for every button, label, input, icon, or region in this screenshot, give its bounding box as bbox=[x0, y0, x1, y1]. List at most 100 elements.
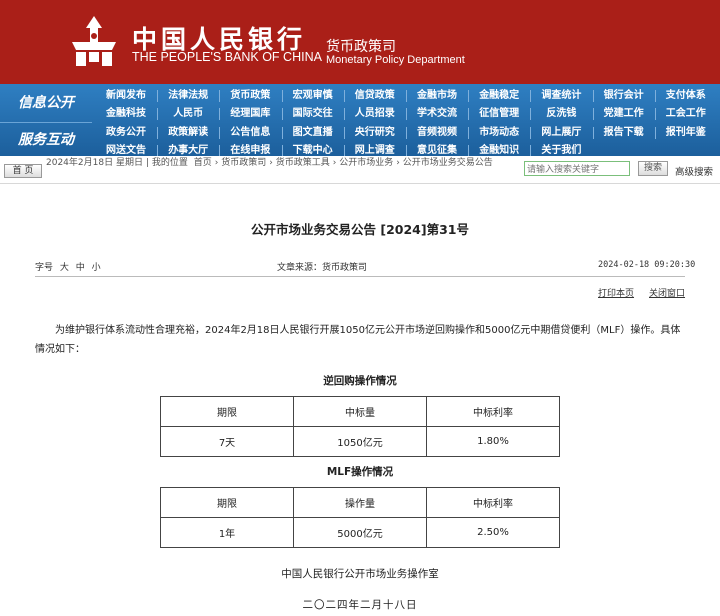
table-header-cell: 中标量 bbox=[293, 396, 427, 427]
nav-separator bbox=[219, 127, 221, 139]
advanced-search-link[interactable]: 高级搜索 bbox=[675, 164, 713, 178]
article-title: 公开市场业务交易公告 [2024]第31号 bbox=[251, 222, 469, 237]
nav-separator bbox=[157, 90, 159, 102]
nav-item[interactable]: 网上展厅 bbox=[533, 124, 589, 141]
nav-item[interactable]: 人民币 bbox=[160, 105, 216, 122]
nav-item[interactable]: 央行研究 bbox=[347, 124, 403, 141]
breadcrumb-prefix: 我的位置 bbox=[151, 158, 188, 168]
nav-separator bbox=[592, 108, 594, 120]
nav-separator bbox=[406, 108, 407, 120]
nav-item[interactable]: 信贷政策 bbox=[347, 87, 403, 104]
table-header-cell: 中标利率 bbox=[426, 396, 560, 427]
signature-date: 二〇二四年二月十八日 bbox=[302, 599, 418, 611]
nav-separator bbox=[468, 90, 470, 102]
print-link[interactable]: 打印本页 bbox=[598, 286, 634, 299]
nav-separator bbox=[219, 90, 221, 102]
table-cell: 1.80% bbox=[426, 426, 560, 457]
table-cell: 7天 bbox=[160, 426, 294, 457]
table-cell: 1年 bbox=[160, 517, 294, 548]
nav-item[interactable]: 党建工作 bbox=[596, 105, 652, 122]
article-source: 文章来源：货币政策司 bbox=[277, 263, 368, 273]
nav-item[interactable]: 政策解读 bbox=[160, 124, 216, 141]
nav-separator bbox=[654, 108, 656, 120]
nav-item[interactable]: 报告下载 bbox=[596, 124, 652, 141]
divider bbox=[35, 276, 685, 277]
nav-separator bbox=[530, 90, 532, 102]
nav-separator bbox=[157, 127, 159, 139]
nav-item[interactable]: 货币政策 bbox=[222, 87, 278, 104]
table-header-cell: 期限 bbox=[160, 396, 294, 427]
close-window-link[interactable]: 关闭窗口 bbox=[649, 286, 685, 299]
nav-item[interactable]: 人员招录 bbox=[347, 105, 403, 122]
font-size-medium[interactable]: 中 bbox=[76, 263, 85, 273]
nav-item[interactable]: 宏观审慎 bbox=[285, 87, 341, 104]
nav-item[interactable]: 公告信息 bbox=[222, 124, 278, 141]
nav-separator bbox=[219, 108, 221, 120]
font-size-switcher: 字号 大 中 小 bbox=[35, 260, 101, 273]
repo-table: 期限 中标量 中标利率 7天 1050亿元 1.80% bbox=[160, 396, 560, 457]
nav-separator bbox=[281, 90, 283, 102]
nav-item[interactable]: 国际交往 bbox=[285, 105, 341, 122]
nav-item[interactable]: 金融稳定 bbox=[471, 87, 527, 104]
nav-separator bbox=[592, 127, 594, 139]
table-header-row: 期限 操作量 中标利率 bbox=[160, 487, 560, 518]
nav-item[interactable]: 金融科技 bbox=[98, 105, 154, 122]
nav-item[interactable]: 支付体系 bbox=[658, 87, 714, 104]
nav-item[interactable]: 音频视频 bbox=[409, 124, 465, 141]
table-header-cell: 中标利率 bbox=[426, 487, 560, 518]
table-header-cell: 期限 bbox=[160, 487, 294, 518]
nav-item[interactable]: 法律法规 bbox=[160, 87, 216, 104]
repo-table-title: 逆回购操作情况 bbox=[323, 375, 397, 387]
nav-item[interactable]: 图文直播 bbox=[285, 124, 341, 141]
table-cell: 5000亿元 bbox=[293, 517, 427, 548]
table-row: 7天 1050亿元 1.80% bbox=[160, 426, 560, 457]
department-name-cn: 货币政策司 bbox=[326, 39, 396, 55]
nav-separator bbox=[654, 90, 656, 102]
font-size-large[interactable]: 大 bbox=[60, 263, 69, 273]
table-cell: 2.50% bbox=[426, 517, 560, 548]
nav-item[interactable]: 工会工作 bbox=[658, 105, 714, 122]
nav-item[interactable]: 报刊年鉴 bbox=[658, 124, 714, 141]
nav-item[interactable]: 新闻发布 bbox=[98, 87, 154, 104]
breadcrumb-tools[interactable]: 货币政策工具 bbox=[276, 158, 330, 168]
nav-separator bbox=[281, 108, 283, 120]
font-size-label: 字号 bbox=[35, 263, 54, 273]
nav-item[interactable]: 经理国库 bbox=[222, 105, 278, 122]
nav-separator bbox=[654, 127, 656, 139]
home-button[interactable]: 首 页 bbox=[4, 164, 42, 178]
search-input[interactable] bbox=[524, 161, 630, 176]
article-date: 2024-02-18 09:20:30 bbox=[598, 260, 696, 270]
nav-separator bbox=[468, 108, 470, 120]
breadcrumb: 2024年2月18日 星期日 | 我的位置 首页 › 货币政策司 › 货币政策工具 › … bbox=[46, 158, 493, 168]
mlf-table: 期限 操作量 中标利率 1年 5000亿元 2.50% bbox=[160, 487, 560, 548]
nav-item[interactable]: 反洗钱 bbox=[533, 105, 589, 122]
nav-item[interactable]: 市场动态 bbox=[471, 124, 527, 141]
font-size-small[interactable]: 小 bbox=[92, 263, 101, 273]
nav-item[interactable]: 银行会计 bbox=[596, 87, 652, 104]
signature-office: 中国人民银行公开市场业务操作室 bbox=[281, 568, 439, 580]
table-header-cell: 操作量 bbox=[293, 487, 427, 518]
breadcrumb-omo[interactable]: 公开市场业务 bbox=[339, 158, 393, 168]
site-header: 中国人民银行 THE PEOPLE'S BANK OF CHINA 货币政策司 … bbox=[0, 0, 720, 84]
nav-separator bbox=[343, 90, 345, 102]
table-header-row: 期限 中标量 中标利率 bbox=[160, 396, 560, 427]
breadcrumb-home[interactable]: 首页 bbox=[194, 158, 212, 168]
department-name-en: Monetary Policy Department bbox=[326, 54, 465, 66]
nav-item[interactable]: 征信管理 bbox=[471, 105, 527, 122]
nav-separator bbox=[406, 90, 407, 102]
breadcrumb-bar: 首 页 2024年2月18日 星期日 | 我的位置 首页 › 货币政策司 › 货币政策… bbox=[0, 156, 720, 184]
search-button[interactable]: 搜索 bbox=[638, 161, 668, 176]
nav-separator bbox=[157, 108, 159, 120]
nav-item[interactable]: 金融市场 bbox=[409, 87, 465, 104]
nav-section-info[interactable]: 信息公开 bbox=[0, 86, 92, 120]
nav-separator bbox=[281, 127, 283, 139]
mlf-table-title: MLF操作情况 bbox=[326, 466, 394, 478]
nav-item[interactable]: 政务公开 bbox=[98, 124, 154, 141]
bank-name-en: THE PEOPLE'S BANK OF CHINA bbox=[132, 50, 322, 64]
nav-section-service[interactable]: 服务互动 bbox=[0, 122, 92, 156]
breadcrumb-dept[interactable]: 货币政策司 bbox=[221, 158, 266, 168]
nav-item[interactable]: 学术交流 bbox=[409, 105, 465, 122]
nav-item[interactable]: 调查统计 bbox=[533, 87, 589, 104]
nav-separator bbox=[530, 108, 532, 120]
breadcrumb-current[interactable]: 公开市场业务交易公告 bbox=[403, 158, 493, 168]
